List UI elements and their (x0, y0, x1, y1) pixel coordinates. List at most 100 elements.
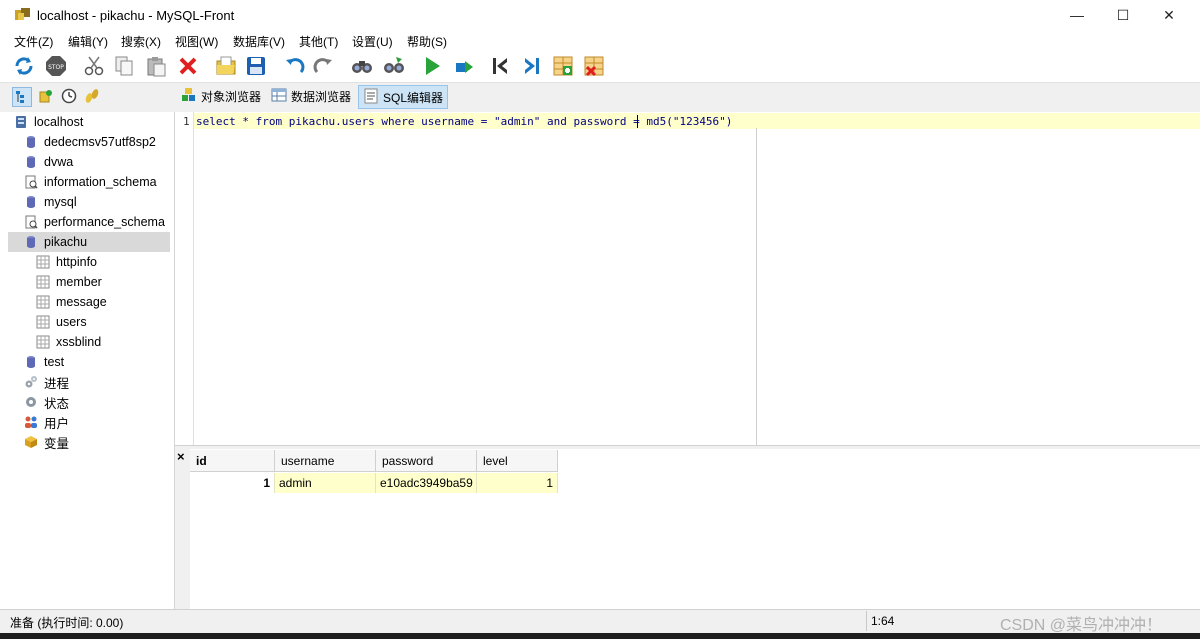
sql-editor-icon (363, 88, 379, 107)
column-header-level[interactable]: level (477, 450, 558, 472)
menu-settings[interactable]: 设置(U) (352, 33, 393, 50)
database-icon (27, 156, 35, 168)
left-edge (0, 112, 8, 609)
minimize-button[interactable]: — (1054, 0, 1100, 30)
tree-label: 变量 (44, 436, 70, 451)
cell-level[interactable]: 1 (477, 473, 558, 493)
tree-view-icon[interactable] (12, 87, 32, 107)
table-icon (36, 275, 50, 289)
tree-variables[interactable]: 变量 (24, 432, 186, 452)
refresh-icon[interactable] (12, 54, 36, 78)
replace-icon[interactable] (382, 54, 406, 78)
stop-icon[interactable]: STOP (44, 54, 68, 78)
insert-row-icon[interactable] (551, 54, 575, 78)
history-icon[interactable] (60, 87, 78, 105)
table-icon (36, 335, 50, 349)
run-selection-icon[interactable] (452, 54, 476, 78)
close-button[interactable]: ✕ (1146, 0, 1192, 30)
tree-db[interactable]: test (24, 352, 186, 372)
database-tree: localhost dedecmsv57utf8sp2 dvwa informa… (8, 112, 175, 609)
redo-icon[interactable] (312, 54, 336, 78)
tree-label: localhost (34, 115, 84, 129)
tree-db[interactable]: mysql (24, 192, 186, 212)
bookmarks-icon[interactable] (37, 87, 55, 105)
column-header-id[interactable]: id (190, 450, 275, 472)
copy-icon[interactable] (112, 54, 136, 78)
cell-password[interactable]: e10adc3949ba59 (376, 473, 477, 493)
users-icon (25, 416, 37, 428)
delete-row-icon[interactable] (582, 54, 606, 78)
tree-label: 状态 (44, 396, 70, 411)
status-gear-icon (26, 397, 36, 407)
menu-view[interactable]: 视图(W) (175, 33, 218, 50)
first-icon[interactable] (488, 54, 512, 78)
tree-label: xssblind (56, 335, 102, 349)
tree-db-selected[interactable]: pikachu (8, 232, 170, 252)
tree-label: information_schema (44, 175, 157, 189)
tree-db[interactable]: dedecmsv57utf8sp2 (24, 132, 186, 152)
sql-editor[interactable] (175, 112, 1200, 445)
tree-users[interactable]: 用户 (24, 412, 186, 432)
tree-label: pikachu (44, 235, 88, 249)
tree-db[interactable]: dvwa (24, 152, 186, 172)
line-number: 1 (183, 115, 190, 128)
last-icon[interactable] (520, 54, 544, 78)
status-separator (866, 611, 867, 631)
menu-help[interactable]: 帮助(S) (407, 33, 447, 50)
tree-status[interactable]: 状态 (24, 392, 186, 412)
menu-file[interactable]: 文件(Z) (14, 33, 53, 50)
tab-data-browser-label: 数据浏览器 (291, 89, 352, 104)
menu-search[interactable]: 搜索(X) (121, 33, 161, 50)
delete-icon[interactable] (176, 54, 200, 78)
grid-indicator-column (175, 449, 190, 609)
tree-table[interactable]: member (36, 272, 198, 292)
open-folder-icon[interactable] (214, 54, 238, 78)
box-icon (25, 436, 37, 448)
tab-object-browser[interactable]: 对象浏览器 (177, 85, 265, 107)
window-title: localhost - pikachu - MySQL-Front (37, 8, 235, 23)
tab-sql-editor[interactable]: SQL编辑器 (358, 85, 449, 109)
object-browser-icon (181, 87, 197, 106)
tree-table[interactable]: httpinfo (36, 252, 198, 272)
svg-text:STOP: STOP (48, 64, 64, 71)
column-header-password[interactable]: password (376, 450, 477, 472)
cell-username[interactable]: admin (275, 473, 376, 493)
find-icon[interactable] (350, 54, 374, 78)
database-icon (27, 196, 35, 208)
menu-other[interactable]: 其他(T) (299, 33, 338, 50)
undo-icon[interactable] (282, 54, 306, 78)
paste-icon[interactable] (144, 54, 168, 78)
tree-processes[interactable]: 进程 (24, 372, 186, 392)
cell-id[interactable]: 1 (190, 473, 275, 493)
tree-table[interactable]: users (36, 312, 198, 332)
gears-icon (25, 376, 37, 388)
cut-icon[interactable] (82, 54, 106, 78)
line-gutter (175, 112, 194, 445)
tree-db[interactable]: information_schema (24, 172, 186, 192)
menu-edit[interactable]: 编辑(Y) (68, 33, 108, 50)
watermark: CSDN @菜鸟冲冲冲！ (1000, 617, 1163, 634)
tree-label: dedecmsv57utf8sp2 (44, 135, 156, 149)
tree-table[interactable]: xssblind (36, 332, 198, 352)
tree-label: message (56, 295, 107, 309)
table-icon (36, 255, 50, 269)
database-icon (27, 356, 35, 368)
tab-data-browser[interactable]: 数据浏览器 (267, 85, 355, 107)
sql-history-icon[interactable] (83, 87, 101, 105)
tree-db[interactable]: performance_schema (24, 212, 186, 232)
table-icon (36, 295, 50, 309)
text-caret (637, 115, 638, 128)
cursor-position: 1:64 (871, 614, 895, 628)
maximize-button[interactable]: ☐ (1100, 0, 1146, 30)
tree-label: httpinfo (56, 255, 98, 269)
tree-table[interactable]: message (36, 292, 198, 312)
server-icon (16, 116, 26, 128)
tree-server-localhost[interactable]: localhost (14, 112, 176, 132)
tree-label: mysql (44, 195, 77, 209)
run-icon[interactable] (420, 54, 444, 78)
sql-text[interactable]: select * from pikachu.users where userna… (196, 115, 732, 128)
close-results-icon[interactable]: × (177, 449, 185, 464)
menu-database[interactable]: 数据库(V) (233, 33, 285, 50)
save-icon[interactable] (244, 54, 268, 78)
column-header-username[interactable]: username (275, 450, 376, 472)
